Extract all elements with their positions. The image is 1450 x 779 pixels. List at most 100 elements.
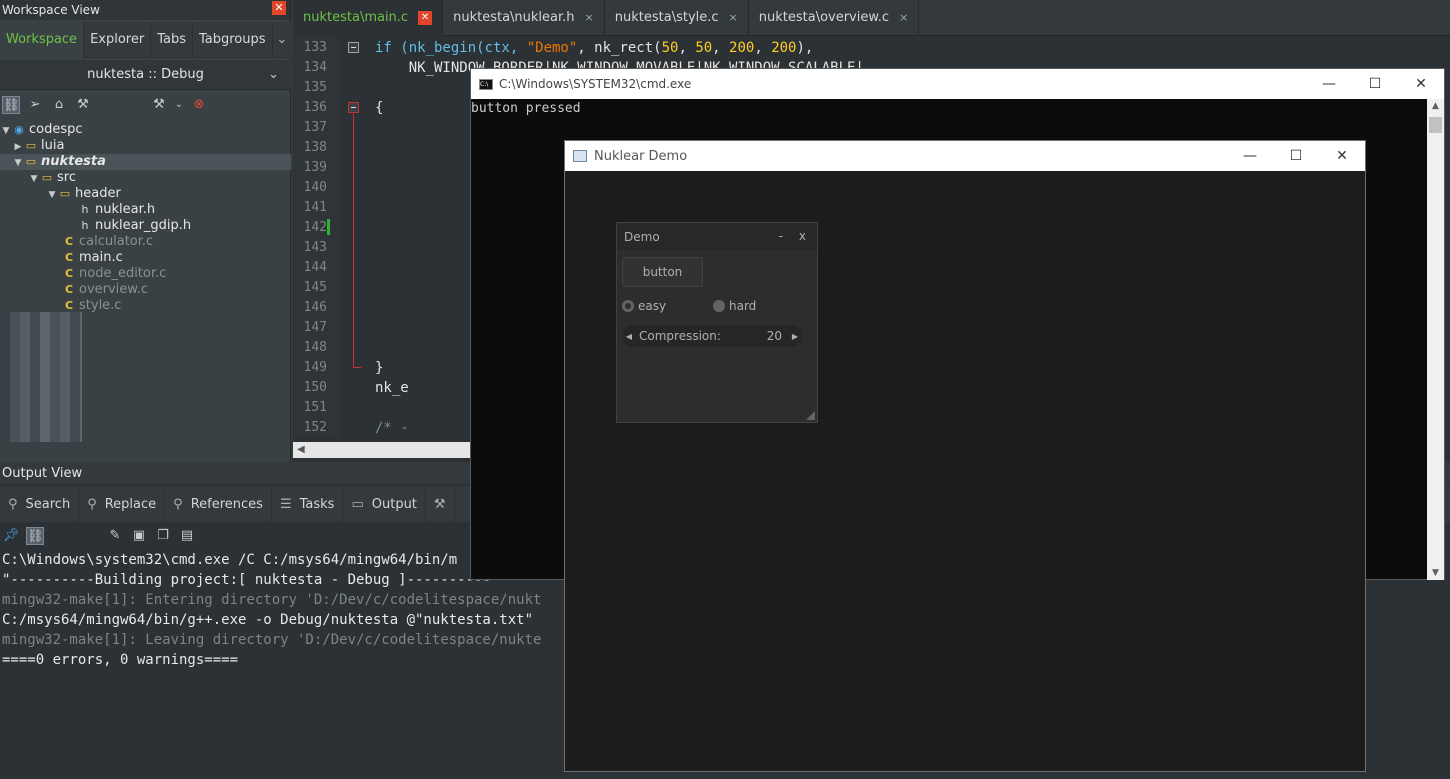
tree-item-nuktesta[interactable]: ▼ ▭ nuktesta xyxy=(0,154,291,170)
tab-explorer[interactable]: Explorer xyxy=(84,22,152,58)
tree-item-codespc[interactable]: ▼ ◉ codespc xyxy=(0,122,291,138)
references-icon: ⚲ xyxy=(173,496,183,512)
tab-tasks[interactable]: ☰ Tasks xyxy=(272,486,344,522)
radio-hard[interactable]: hard xyxy=(713,299,756,313)
paste-icon[interactable]: ▤ xyxy=(178,527,196,545)
close-icon[interactable]: × xyxy=(899,0,908,36)
editor-tab-nuklear-h[interactable]: nuktesta\nuklear.h × xyxy=(443,0,605,36)
stop-icon[interactable]: ⊗ xyxy=(190,96,208,114)
expand-arrow-icon[interactable]: ▶ xyxy=(12,139,24,155)
tree-item-src[interactable]: ▼ ▭ src xyxy=(0,170,291,186)
horizontal-scrollbar[interactable]: ◀ xyxy=(293,442,470,458)
tab-label: Search xyxy=(25,496,71,512)
tree-item-node-editor-c[interactable]: Cnode_editor.c xyxy=(0,266,291,282)
editor-tab-overview-c[interactable]: nuktesta\overview.c × xyxy=(749,0,920,36)
workspace-view-title-text: Workspace View xyxy=(2,3,100,17)
panel-close-icon[interactable]: x xyxy=(799,223,806,250)
home-icon[interactable]: ⌂ xyxy=(50,96,68,114)
panel-minimize-icon[interactable]: - xyxy=(779,223,783,250)
nuklear-titlebar[interactable]: Nuklear Demo — ☐ ✕ xyxy=(565,141,1365,171)
expand-arrow-icon[interactable]: ▼ xyxy=(12,155,24,171)
tab-build[interactable]: ⚒ xyxy=(426,486,455,522)
tree-item-nuklear-gdip-h[interactable]: h nuklear_gdip.h xyxy=(0,218,291,234)
radio-selected-icon[interactable] xyxy=(622,300,634,312)
vertical-scrollbar[interactable]: ▲ ▼ xyxy=(1427,99,1444,580)
close-icon[interactable]: × xyxy=(585,0,594,36)
scroll-down-icon[interactable]: ▼ xyxy=(1427,568,1444,578)
chevron-down-icon[interactable]: ⌄ xyxy=(174,96,184,114)
tasks-icon: ☰ xyxy=(279,496,292,512)
close-icon[interactable]: × xyxy=(729,0,738,36)
scroll-left-icon[interactable]: ◀ xyxy=(297,442,305,458)
code-number: 50 xyxy=(661,40,679,56)
increment-arrow-icon[interactable]: ▶ xyxy=(788,332,802,341)
demo-panel-header[interactable]: Demo - x xyxy=(617,223,817,250)
expand-arrow-icon[interactable]: ▼ xyxy=(46,187,58,203)
clear-icon[interactable]: ✎ xyxy=(106,527,124,545)
tab-output[interactable]: ▭ Output xyxy=(343,486,426,522)
radio-unselected-icon[interactable] xyxy=(713,300,725,312)
editor-tab-label: nuktesta\main.c xyxy=(303,10,409,25)
minimize-icon[interactable]: — xyxy=(1306,69,1352,99)
paper-plane-icon[interactable]: ➢ xyxy=(26,96,44,114)
minimize-icon[interactable]: — xyxy=(1227,141,1273,171)
link-icon[interactable]: ⛓ xyxy=(2,96,20,114)
fold-toggle-icon[interactable] xyxy=(348,102,359,113)
line-number: 139 xyxy=(303,160,327,175)
tree-item-header[interactable]: ▼ ▭ header xyxy=(0,186,291,202)
expand-arrow-icon[interactable]: ▼ xyxy=(28,171,40,187)
tree-item-calculator-c[interactable]: Ccalculator.c xyxy=(0,234,291,250)
pixelated-redaction xyxy=(10,312,82,442)
tab-label: References xyxy=(190,496,263,512)
demo-button[interactable]: button xyxy=(622,257,703,287)
tree-item-nuklear-h[interactable]: h nuklear.h xyxy=(0,202,291,218)
demo-panel[interactable]: Demo - x button easy hard ◀ Compression:… xyxy=(616,222,818,423)
editor-tab-main-c[interactable]: nuktesta\main.c ✕ xyxy=(293,0,444,36)
close-icon[interactable]: ✕ xyxy=(418,11,433,25)
tab-workspace[interactable]: Workspace xyxy=(0,22,85,58)
fold-range-indicator xyxy=(353,114,361,368)
link-icon[interactable]: ⛓ xyxy=(26,527,44,545)
cmd-titlebar[interactable]: C:\ C:\Windows\SYSTEM32\cmd.exe — ☐ ✕ xyxy=(471,69,1444,99)
workspace-view-title: Workspace View xyxy=(0,0,290,20)
hammer-icon[interactable]: ⚒ xyxy=(150,96,168,114)
tree-item-luia[interactable]: ▶ ▭ luia xyxy=(0,138,291,154)
nuklear-demo-window[interactable]: Nuklear Demo — ☐ ✕ Demo - x button easy … xyxy=(564,140,1366,772)
compression-property[interactable]: ◀ Compression: 20 ▶ xyxy=(622,325,802,347)
tab-search[interactable]: ⚲ Search xyxy=(0,486,80,522)
tree-item-label: src xyxy=(57,170,76,185)
workspace-close-icon[interactable]: ✕ xyxy=(272,1,286,15)
tabs-more-chevron-icon[interactable]: ⌄ xyxy=(273,22,291,57)
line-number: 135 xyxy=(303,80,327,95)
tree-item-label: luia xyxy=(41,138,65,153)
tab-tabs[interactable]: Tabs xyxy=(151,22,193,58)
wrench-icon[interactable]: ⚒ xyxy=(74,96,92,114)
resize-grip-icon[interactable] xyxy=(806,411,815,420)
tree-item-main-c[interactable]: Cmain.c xyxy=(0,250,291,266)
copy-icon[interactable]: ❐ xyxy=(154,527,172,545)
project-configuration-selector[interactable]: nuktesta :: Debug ⌄ xyxy=(0,60,291,90)
fold-toggle-icon[interactable] xyxy=(348,42,359,53)
maximize-icon[interactable]: ☐ xyxy=(1352,69,1398,99)
decrement-arrow-icon[interactable]: ◀ xyxy=(622,332,636,341)
scrollbar-thumb[interactable] xyxy=(1429,117,1442,133)
editor-tab-style-c[interactable]: nuktesta\style.c × xyxy=(605,0,749,36)
maximize-icon[interactable]: ☐ xyxy=(1273,141,1319,171)
compression-value[interactable]: 20 xyxy=(758,329,788,343)
close-icon[interactable]: ✕ xyxy=(1319,141,1365,171)
scroll-up-icon[interactable]: ▲ xyxy=(1427,101,1444,111)
close-icon[interactable]: ✕ xyxy=(1398,69,1444,99)
save-icon[interactable]: ▣ xyxy=(130,527,148,545)
tree-item-label: calculator.c xyxy=(79,234,154,249)
tab-label: Tasks xyxy=(299,496,335,512)
tab-references[interactable]: ⚲ References xyxy=(165,486,272,522)
pin-icon[interactable]: 📌︎ xyxy=(2,527,20,545)
nuklear-title-text: Nuklear Demo xyxy=(594,148,688,164)
tab-replace[interactable]: ⚲ Replace xyxy=(79,486,166,522)
expand-arrow-icon[interactable]: ▼ xyxy=(0,123,12,139)
radio-easy[interactable]: easy xyxy=(622,299,666,313)
tree-item-overview-c[interactable]: Coverview.c xyxy=(0,282,291,298)
tab-tabgroups[interactable]: Tabgroups xyxy=(193,22,273,58)
tree-item-label: node_editor.c xyxy=(79,266,167,281)
line-number: 142 xyxy=(303,220,327,235)
